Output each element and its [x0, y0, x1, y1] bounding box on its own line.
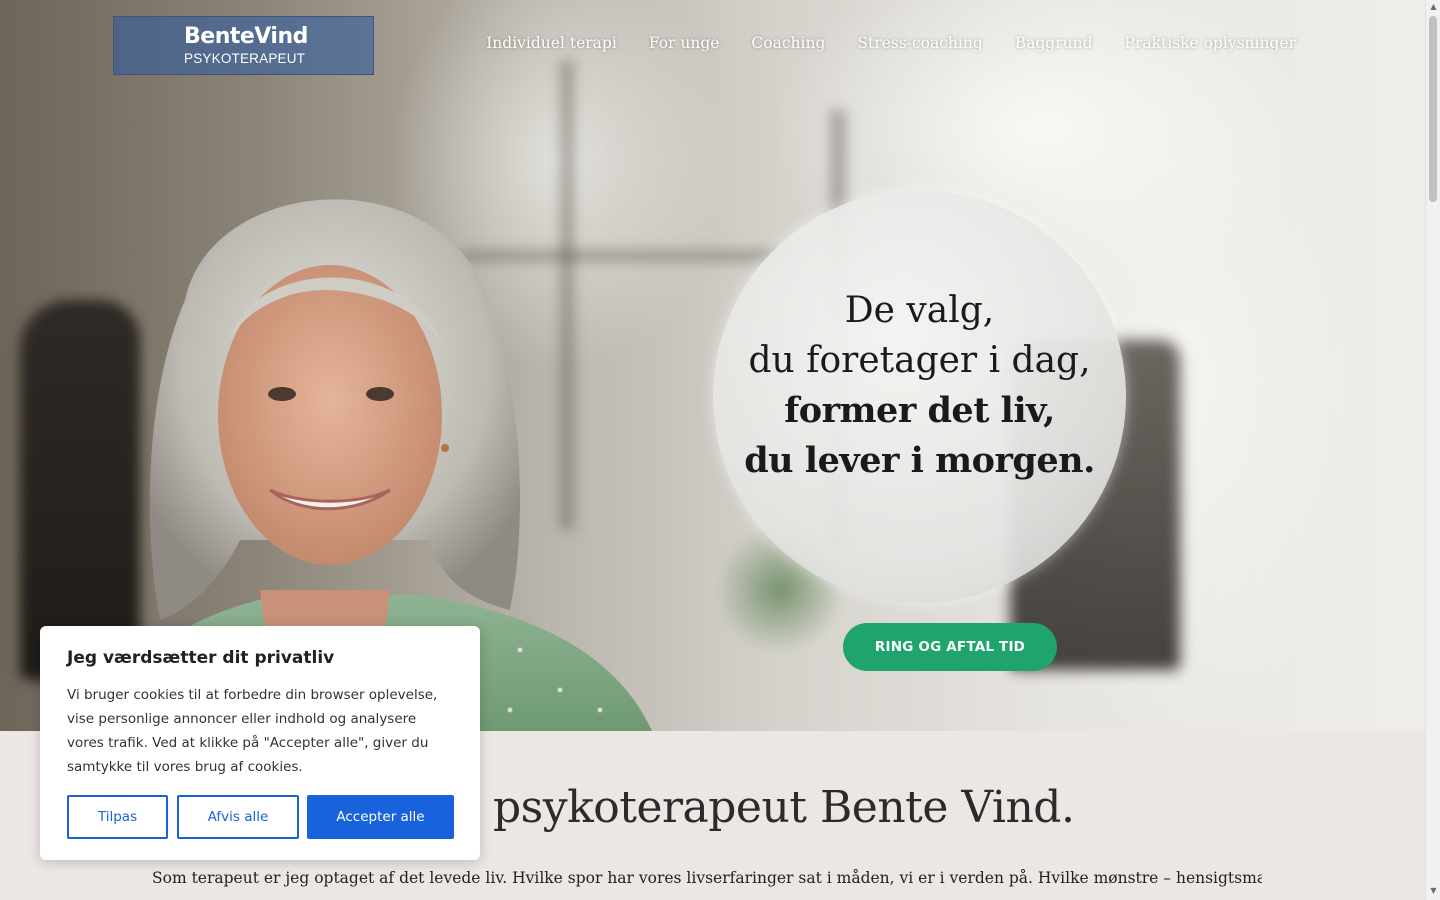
- cookie-customize-button[interactable]: Tilpas: [67, 795, 168, 839]
- nav-individual-therapy[interactable]: Individuel terapi: [486, 34, 617, 52]
- cookie-reject-button[interactable]: Afvis alle: [177, 795, 299, 839]
- scroll-down-arrow-icon[interactable]: ▼: [1426, 884, 1440, 898]
- cookie-consent-banner: Jeg værdsætter dit privatliv Vi bruger c…: [40, 626, 480, 860]
- intro-text: Som terapeut er jeg optaget af det leved…: [152, 869, 1262, 887]
- quote-line-4: du lever i morgen.: [744, 440, 1095, 481]
- nav-coaching[interactable]: Coaching: [751, 34, 825, 52]
- quote-line-1: De valg,: [844, 290, 995, 331]
- nav-practical-info[interactable]: Praktiske oplysninger: [1125, 34, 1296, 52]
- scrollbar-thumb[interactable]: [1429, 16, 1437, 202]
- page-scrollbar[interactable]: ▲ ▼: [1425, 0, 1440, 900]
- nav-stress-coaching[interactable]: Stress-coaching: [857, 34, 982, 52]
- nav-background[interactable]: Baggrund: [1015, 34, 1093, 52]
- main-nav: Individuel terapi For unge Coaching Stre…: [454, 34, 1296, 52]
- hero-section: De valg, du foretager i dag, former det …: [0, 0, 1425, 731]
- quote-line-3: former det liv,: [784, 390, 1055, 431]
- nav-for-youth[interactable]: For unge: [649, 34, 720, 52]
- logo-name: BenteVind: [184, 24, 308, 49]
- site-logo[interactable]: BenteVind PSYKOTERAPEUT: [113, 16, 374, 75]
- call-book-button[interactable]: RING OG AFTAL TID: [843, 623, 1057, 671]
- intro-heading: psykoterapeut Bente Vind.: [493, 782, 1075, 833]
- cookie-body: Vi bruger cookies til at forbedre din br…: [67, 687, 438, 775]
- cookie-accept-button[interactable]: Accepter alle: [307, 795, 454, 839]
- cookie-title: Jeg værdsætter dit privatliv: [67, 648, 335, 668]
- scroll-up-arrow-icon[interactable]: ▲: [1426, 0, 1440, 14]
- logo-subtitle: PSYKOTERAPEUT: [184, 51, 306, 66]
- quote-line-2: du foretager i dag,: [748, 340, 1091, 381]
- cookie-buttons: Tilpas Afvis alle Accepter alle: [67, 795, 454, 839]
- quote-circle: De valg, du foretager i dag, former det …: [713, 190, 1126, 603]
